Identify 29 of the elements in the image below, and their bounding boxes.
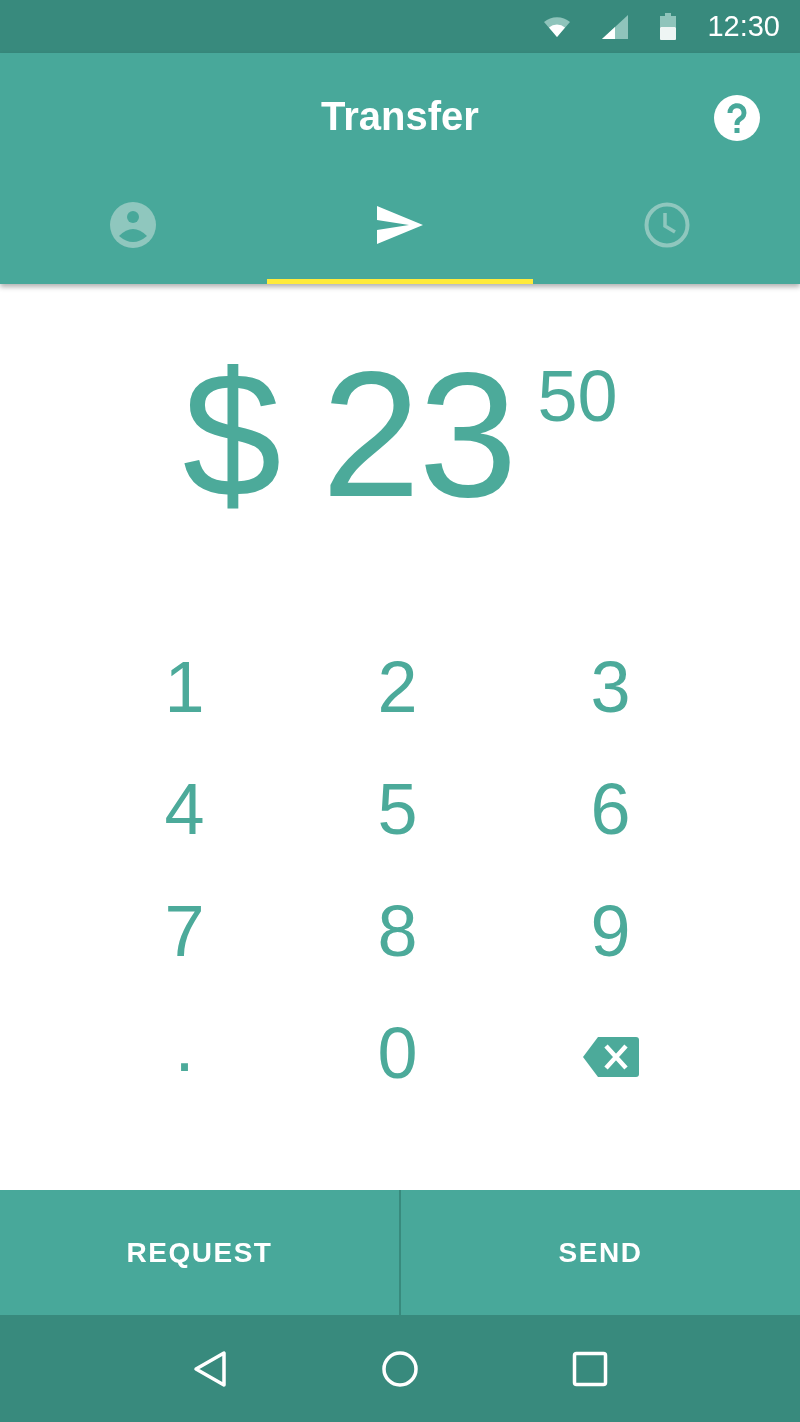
digit-key[interactable]: 5 — [352, 768, 443, 858]
help-icon[interactable] — [714, 95, 760, 141]
backspace-icon[interactable] — [581, 1036, 640, 1078]
decimal-key[interactable]: . — [139, 1012, 230, 1102]
digit-key[interactable]: 7 — [139, 890, 230, 980]
digit-key[interactable]: 1 — [139, 646, 230, 736]
currency-symbol: $ — [182, 346, 282, 524]
action-button[interactable]: SEND — [401, 1190, 800, 1315]
send-icon — [376, 204, 424, 245]
action-button[interactable]: REQUEST — [0, 1190, 401, 1315]
person-icon — [110, 201, 157, 248]
amount-whole: 23 — [321, 346, 516, 524]
wifi-icon — [543, 15, 572, 38]
digit-key[interactable]: 2 — [352, 646, 443, 736]
home-icon[interactable] — [381, 1349, 419, 1388]
digit-key[interactable]: 3 — [565, 646, 656, 736]
screen-title: Transfer — [321, 94, 479, 139]
digit-key[interactable]: 6 — [565, 768, 656, 858]
amount-cents: 50 — [537, 360, 618, 432]
digit-key[interactable]: 9 — [565, 890, 656, 980]
clock-icon — [643, 201, 690, 248]
digit-key[interactable]: 0 — [352, 1012, 443, 1102]
battery-icon — [659, 12, 678, 41]
status-time: 12:30 — [707, 10, 780, 43]
back-icon[interactable] — [191, 1349, 228, 1388]
digit-key[interactable]: 4 — [139, 768, 230, 858]
digit-key[interactable]: 8 — [352, 890, 443, 980]
signal-icon — [601, 13, 630, 40]
recents-icon[interactable] — [572, 1350, 609, 1387]
